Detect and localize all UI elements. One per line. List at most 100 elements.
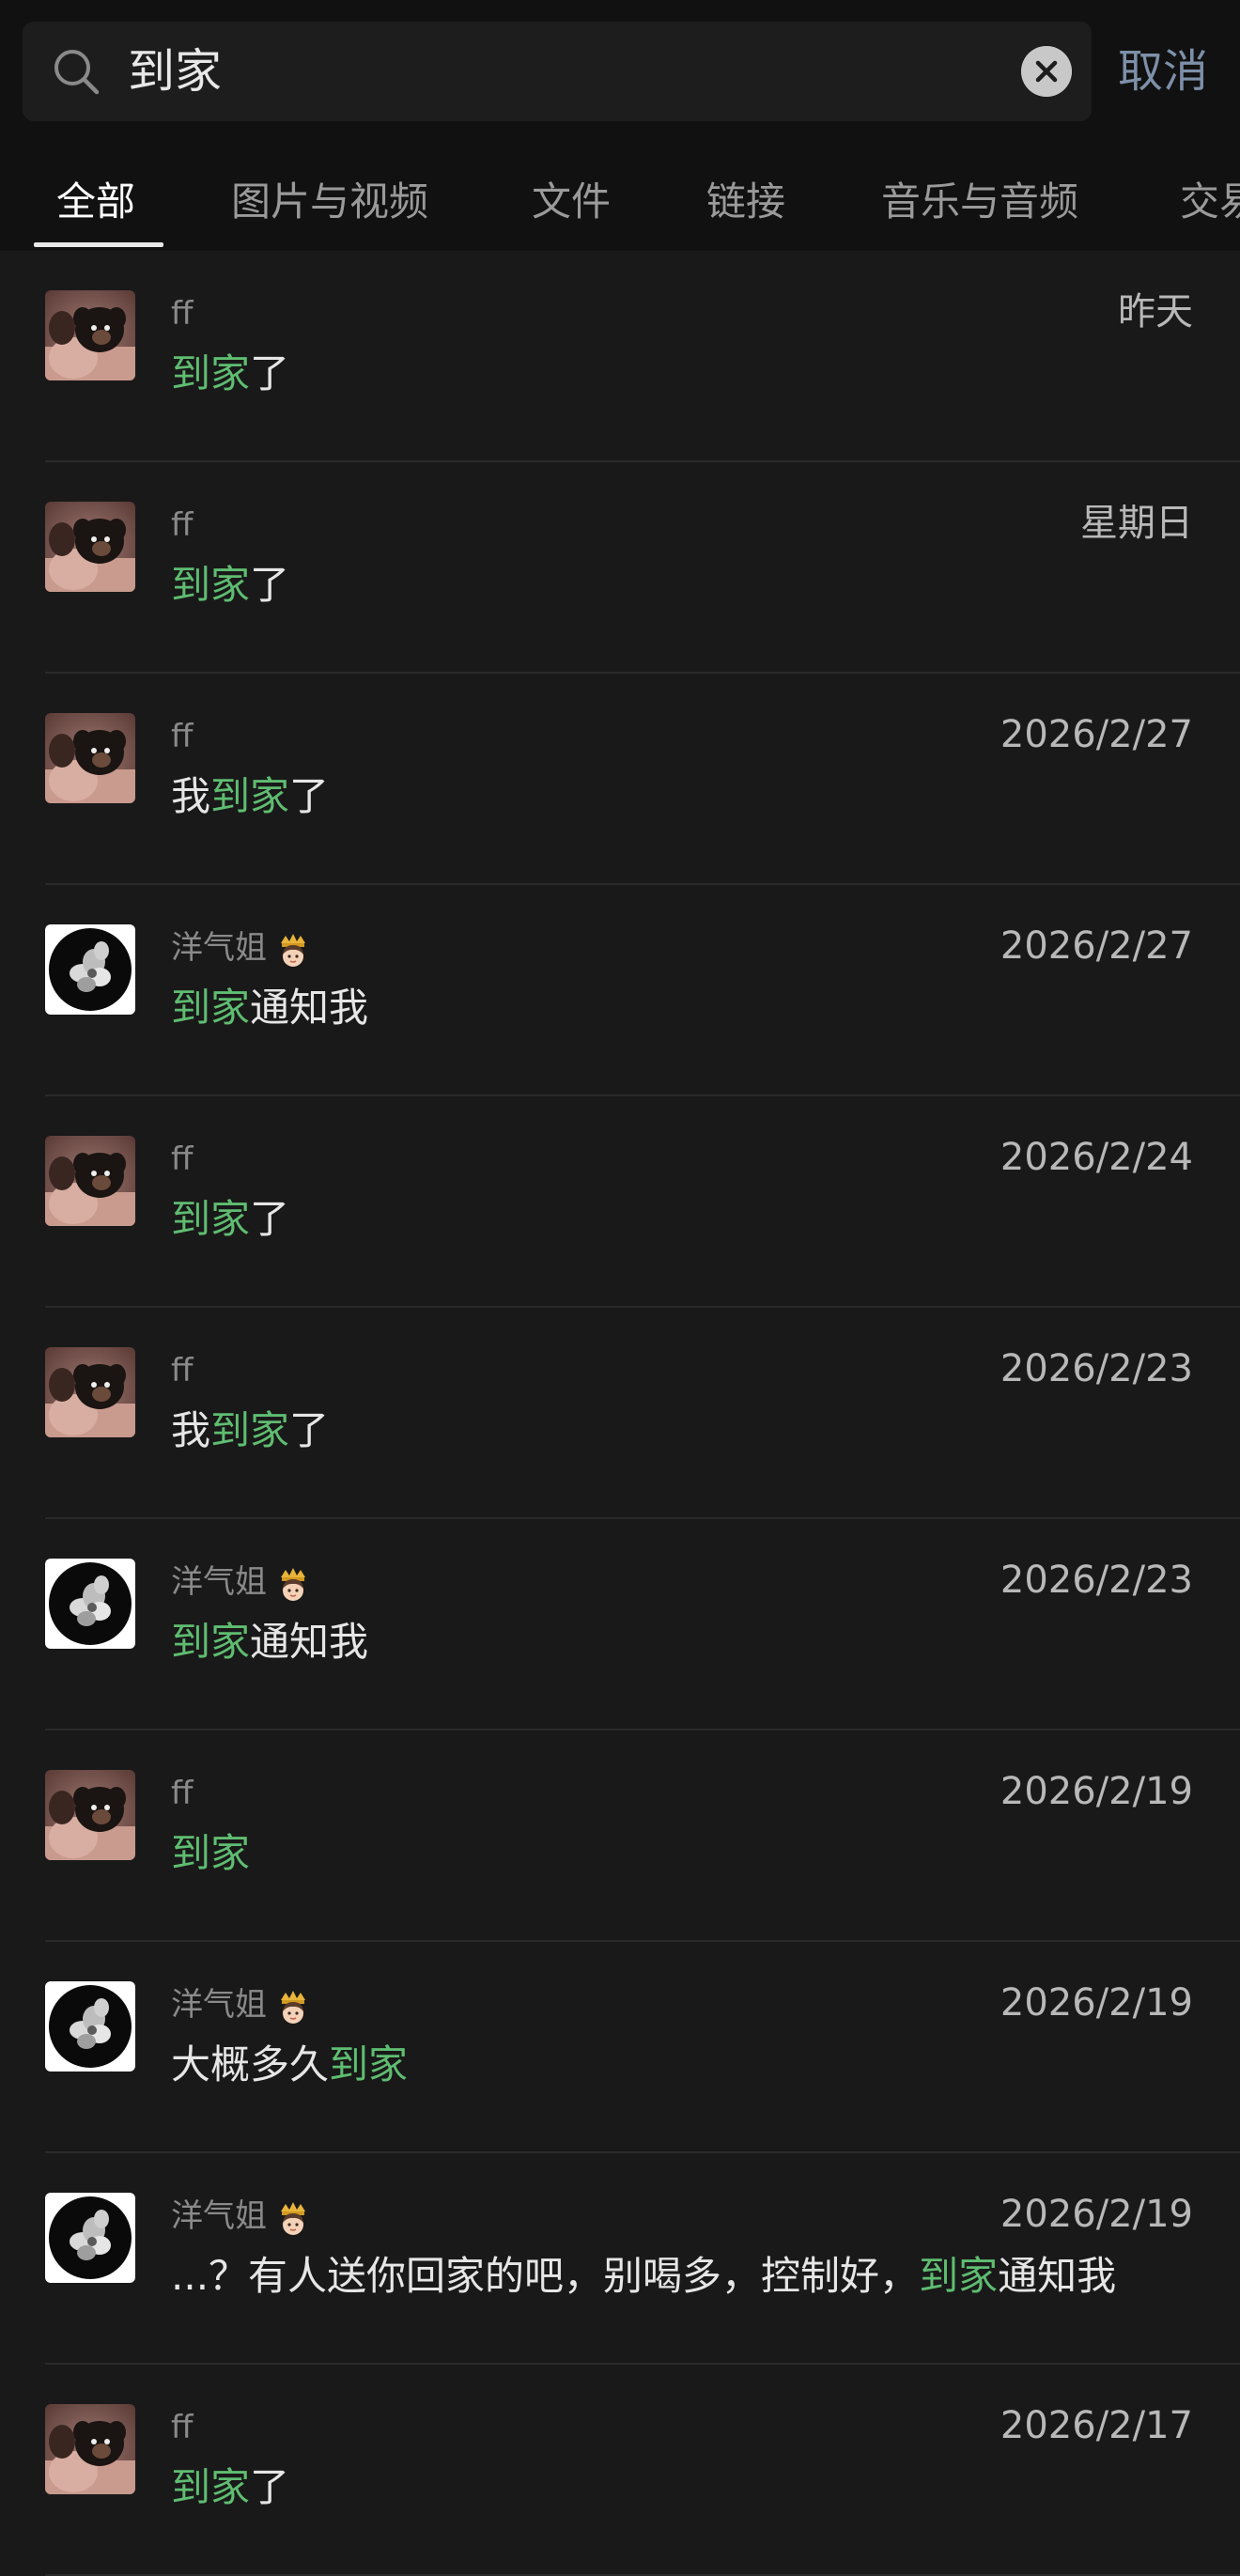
search-result-item[interactable]: ff 昨天到家了	[0, 251, 1240, 462]
sender-name: 洋气姐	[171, 1983, 310, 2026]
search-result-item[interactable]: 洋气姐 2026/2/23 到家通知我	[0, 1519, 1240, 1730]
message-snippet: 到家了	[171, 345, 289, 403]
avatar[interactable]	[45, 290, 135, 380]
message-text: 了	[250, 2464, 290, 2510]
search-result-item[interactable]: ff 2026/2/19 到家	[0, 1730, 1240, 1942]
avatar[interactable]	[45, 1347, 135, 1437]
message-date: 星期日	[1080, 502, 1193, 545]
sender-name: ff	[171, 2406, 193, 2449]
message-snippet: 我到家了	[171, 1402, 329, 1460]
sender-name-text: 洋气姐	[171, 2197, 267, 2235]
avatar[interactable]	[45, 924, 135, 1015]
message-date: 2026/2/27	[1000, 924, 1193, 968]
search-result-item[interactable]: ff 2026/2/24 到家了	[0, 1096, 1240, 1308]
avatar[interactable]	[45, 1770, 135, 1860]
avatar[interactable]	[45, 2193, 135, 2283]
keyword-highlight: 到家	[210, 1407, 290, 1453]
message-text: 大概多久	[171, 2041, 330, 2087]
keyword-highlight: 到家	[171, 985, 251, 1031]
tab-links[interactable]: 链接	[706, 146, 785, 251]
sender-name: ff	[171, 715, 193, 758]
sender-name-text: 洋气姐	[171, 929, 267, 967]
message-text: 通知我	[250, 1619, 369, 1665]
message-date: 2026/2/27	[1000, 713, 1193, 756]
sender-name-text: ff	[171, 295, 194, 333]
keyword-highlight: 到家	[210, 773, 290, 819]
avatar[interactable]	[45, 2404, 135, 2494]
message-text: 了	[289, 1407, 330, 1453]
message-date: 2026/2/24	[1000, 1136, 1193, 1179]
keyword-highlight: 到家	[171, 1619, 251, 1665]
message-text: 了	[289, 773, 330, 819]
avatar[interactable]	[45, 1559, 135, 1649]
crown-emoji-icon	[276, 2200, 310, 2236]
tab-images-videos[interactable]: 图片与视频	[231, 146, 428, 251]
sender-name-text: 洋气姐	[171, 1563, 267, 1601]
search-result-item[interactable]: 洋气姐 2026/2/19 ...？有人送你回家的吧，别喝多，控制好，到家通知我	[0, 2153, 1240, 2365]
message-text: 通知我	[250, 985, 369, 1031]
message-text: 通知我	[998, 2253, 1117, 2299]
filter-tabs: 全部 图片与视频 文件 链接 音乐与音频 交易	[0, 146, 1240, 251]
sender-name-text: ff	[171, 1141, 194, 1178]
message-text: 了	[250, 1196, 290, 1242]
keyword-highlight: 到家	[171, 350, 251, 396]
sender-name: ff	[171, 1349, 193, 1392]
search-result-item[interactable]: ff 2026/2/23 我到家了	[0, 1308, 1240, 1519]
keyword-highlight: 到家	[329, 2041, 409, 2087]
search-result-item[interactable]: ff 2026/2/27 我到家了	[0, 674, 1240, 885]
message-snippet: 到家	[171, 1824, 250, 1883]
keyword-highlight: 到家	[171, 2464, 251, 2510]
sender-name: 洋气姐	[171, 1560, 310, 1604]
cancel-button[interactable]: 取消	[1118, 26, 1208, 116]
search-result-item[interactable]: 洋气姐 2026/2/27 到家通知我	[0, 885, 1240, 1096]
sender-name: ff	[171, 292, 193, 335]
keyword-highlight: 到家	[171, 1830, 251, 1876]
tab-music-audio[interactable]: 音乐与音频	[881, 146, 1078, 251]
tab-transactions[interactable]: 交易	[1180, 146, 1240, 251]
keyword-highlight: 到家	[171, 1196, 251, 1242]
keyword-highlight: 到家	[171, 562, 251, 608]
message-date: 2026/2/23	[1000, 1347, 1193, 1390]
clear-search-icon[interactable]	[1021, 46, 1072, 97]
search-result-item[interactable]: ff 星期日到家了	[0, 462, 1240, 674]
search-box[interactable]: 到家	[23, 22, 1092, 121]
sender-name-text: 洋气姐	[171, 1986, 267, 2024]
search-icon	[54, 50, 100, 95]
message-snippet: 到家了	[171, 2459, 289, 2517]
crown-emoji-icon	[276, 1989, 310, 2025]
active-tab-indicator	[34, 242, 163, 247]
message-date: 2026/2/23	[1000, 1559, 1193, 1602]
crown-emoji-icon	[276, 1566, 310, 1602]
avatar[interactable]	[45, 713, 135, 803]
message-snippet: 到家了	[171, 556, 289, 614]
avatar[interactable]	[45, 1981, 135, 2072]
message-date: 2026/2/19	[1000, 2193, 1193, 2236]
sender-name: ff	[171, 1772, 193, 1815]
message-snippet: 到家通知我	[171, 979, 368, 1037]
keyword-highlight: 到家	[919, 2253, 999, 2299]
tab-all[interactable]: 全部	[56, 146, 135, 251]
search-result-item[interactable]: ff 2026/2/17 到家了	[0, 2365, 1240, 2576]
sender-name: 洋气姐	[171, 926, 310, 970]
message-date: 昨天	[1118, 290, 1193, 334]
tab-files[interactable]: 文件	[532, 146, 611, 251]
search-input[interactable]: 到家	[128, 22, 222, 121]
message-snippet: 到家了	[171, 1190, 289, 1249]
message-date: 2026/2/19	[1000, 1981, 1193, 2025]
sender-name: 洋气姐	[171, 2195, 310, 2238]
avatar[interactable]	[45, 1136, 135, 1226]
crown-emoji-icon	[276, 932, 310, 968]
message-snippet: 我到家了	[171, 768, 329, 826]
sender-name-text: ff	[171, 718, 194, 755]
avatar[interactable]	[45, 502, 135, 592]
message-text: 了	[250, 350, 290, 396]
sender-name: ff	[171, 1138, 193, 1181]
sender-name-text: ff	[171, 2409, 194, 2446]
sender-name-text: ff	[171, 506, 194, 544]
sender-name-text: ff	[171, 1352, 194, 1389]
message-snippet: 大概多久到家	[171, 2036, 408, 2094]
search-result-item[interactable]: 洋气姐 2026/2/19 大概多久到家	[0, 1942, 1240, 2153]
message-date: 2026/2/19	[1000, 1770, 1193, 1813]
message-text: 我	[171, 1407, 211, 1453]
search-header: 到家 取消	[0, 0, 1240, 146]
